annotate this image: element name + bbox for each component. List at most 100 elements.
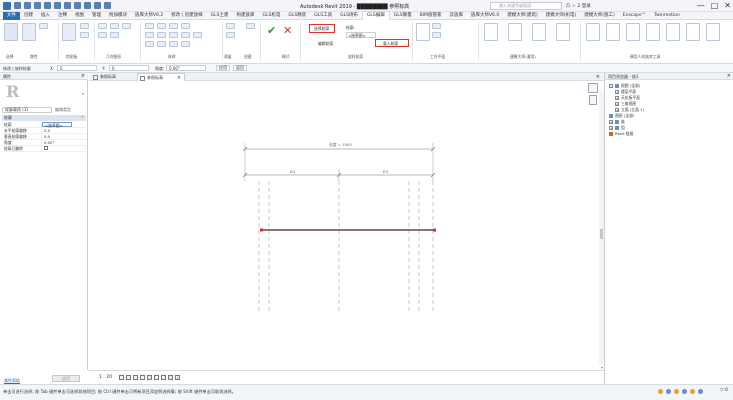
options-return-button[interactable]: 返回 <box>233 65 247 71</box>
zoom-icon[interactable] <box>589 95 597 105</box>
expand-icon[interactable]: + <box>609 120 613 124</box>
select-profile-button[interactable]: 选择轮廓 <box>314 26 329 32</box>
text-icon[interactable] <box>74 2 81 9</box>
select-pinned-icon[interactable] <box>690 389 695 394</box>
property-row[interactable]: 水平轮廓偏移 0.0 <box>2 128 86 134</box>
ribbon-tab[interactable]: 注释 <box>54 12 71 20</box>
instance-filter-dropdown[interactable]: 轮廓载荷 (1) <box>2 106 52 113</box>
filter-count[interactable]: ▽:0 <box>720 388 728 393</box>
property-row[interactable]: 轮廓 <按草图> <box>2 122 86 128</box>
ribbon-tab[interactable]: 文件 <box>3 11 20 20</box>
align-button[interactable] <box>145 23 154 29</box>
split-face-button[interactable] <box>98 32 107 38</box>
close-icon[interactable]: × <box>596 73 600 81</box>
ribbon-tab[interactable]: GLS工具 <box>310 12 336 20</box>
measure-icon[interactable] <box>64 2 71 9</box>
tool-a-button[interactable] <box>484 23 498 41</box>
signin-area[interactable]: 凸 ☆ 2 登录 <box>566 3 591 9</box>
undo-icon[interactable] <box>34 2 41 9</box>
measure-button[interactable] <box>226 23 235 29</box>
view-control-more-icon[interactable]: ‹ <box>177 375 179 380</box>
eq-dimension-right[interactable]: EQ <box>383 169 388 174</box>
ribbon-tab[interactable]: GLS编辑 <box>361 11 390 20</box>
cut-geometry-button[interactable] <box>110 23 119 29</box>
browser-tree-item[interactable]: Revit 链接 <box>609 131 633 137</box>
expand-icon[interactable]: + <box>615 108 619 112</box>
trim-button[interactable] <box>181 32 190 38</box>
steering-wheel-icon[interactable] <box>588 83 598 93</box>
mirror-draw-button[interactable] <box>181 23 190 29</box>
ribbon-tab[interactable]: 创建 <box>20 12 37 20</box>
expand-icon[interactable]: + <box>615 90 619 94</box>
ribbon-tab[interactable]: Twinmotion <box>650 12 684 20</box>
viewer-button[interactable] <box>432 32 441 38</box>
crop-view-icon[interactable] <box>147 375 152 380</box>
dimension-button[interactable] <box>226 32 235 38</box>
paste-button[interactable] <box>62 23 76 41</box>
finish-mode-button[interactable]: ✔ <box>264 23 278 41</box>
close-button[interactable]: ✕ <box>724 1 731 10</box>
search-input[interactable]: 键入关键字或短语 <box>490 2 562 10</box>
save-icon[interactable] <box>24 2 31 9</box>
ribbon-tab[interactable]: GLS机电 <box>259 12 285 20</box>
set-work-plane-button[interactable] <box>416 23 430 41</box>
close-icon[interactable]: × <box>727 73 731 79</box>
overall-dimension-text[interactable]: 长度 = 1000 <box>329 142 352 148</box>
minimize-button[interactable]: — <box>697 1 705 10</box>
edit-profile-button[interactable]: 编辑轮廓 <box>318 41 333 47</box>
paint-button[interactable] <box>110 32 119 38</box>
cancel-mode-button[interactable]: ✕ <box>280 23 294 41</box>
cut-button[interactable] <box>80 23 89 29</box>
tool-b-button[interactable] <box>508 23 522 41</box>
property-group-header[interactable]: 轮廓 ⌃ <box>2 115 86 121</box>
ribbon-tab[interactable]: 视图 <box>71 12 88 20</box>
array-button[interactable] <box>157 41 166 47</box>
visual-style-icon[interactable] <box>126 375 131 380</box>
drawing-canvas[interactable]: 长度 = 1000 EQ EQ ▾ <box>89 81 604 370</box>
pin-button[interactable] <box>181 41 190 47</box>
load-profile-button[interactable]: 载入轮廓 <box>383 41 398 47</box>
edit-type-button[interactable]: 编辑类型 <box>55 107 71 113</box>
tool-e-button[interactable] <box>586 23 600 41</box>
split-button[interactable] <box>145 41 154 47</box>
create-similar-button[interactable] <box>246 23 255 29</box>
properties-button[interactable] <box>22 23 36 41</box>
select-underlay-icon[interactable] <box>682 389 687 394</box>
close-hidden-icon[interactable] <box>104 2 111 9</box>
view-tab-active[interactable]: 参照标高 × <box>137 73 185 81</box>
tool-h-button[interactable] <box>646 23 660 41</box>
maximize-button[interactable]: □ <box>711 1 719 10</box>
x-input[interactable]: 0 <box>57 65 97 71</box>
modify-button[interactable] <box>4 23 18 41</box>
expand-icon[interactable]: + <box>609 126 613 130</box>
tool-f-button[interactable] <box>606 23 620 41</box>
close-icon[interactable]: × <box>81 73 85 79</box>
offset-button[interactable] <box>157 23 166 29</box>
mirror-axis-button[interactable] <box>169 23 178 29</box>
ribbon-tab[interactable]: 建模大师(机电) <box>542 12 581 20</box>
copy-button[interactable] <box>80 32 89 38</box>
join-button[interactable] <box>122 23 131 29</box>
ribbon-tab[interactable]: 云族库 <box>445 12 467 20</box>
eq-dimension-left[interactable]: EQ <box>290 169 295 174</box>
copy-element-button[interactable] <box>157 32 166 38</box>
redo-icon[interactable] <box>44 2 51 9</box>
ribbon-tab[interactable]: BIM族管家 <box>416 12 446 20</box>
options-apply-button[interactable]: 应用 <box>216 65 230 71</box>
reveal-hidden-icon[interactable] <box>168 375 173 380</box>
ribbon-tab[interactable]: GLS算量 <box>390 12 416 20</box>
collapse-icon[interactable]: − <box>609 84 613 88</box>
3d-view-icon[interactable] <box>84 2 91 9</box>
properties-apply-button[interactable]: 应用 <box>52 375 80 382</box>
ribbon-tab[interactable]: GLS精装 <box>284 12 310 20</box>
ribbon-tab[interactable]: 插入 <box>37 12 54 20</box>
ribbon-tab[interactable]: Enscape™ <box>619 12 650 20</box>
view-tab[interactable]: 参照标高 <box>91 73 137 81</box>
revit-app-icon[interactable] <box>3 2 11 10</box>
rotate-button[interactable] <box>169 32 178 38</box>
ribbon-tab[interactable]: 构建族库 <box>233 12 259 20</box>
delete-button[interactable] <box>193 32 202 38</box>
section-icon[interactable] <box>94 2 101 9</box>
ribbon-tab[interactable]: GLS场布 <box>336 12 362 20</box>
cope-button[interactable] <box>98 23 107 29</box>
